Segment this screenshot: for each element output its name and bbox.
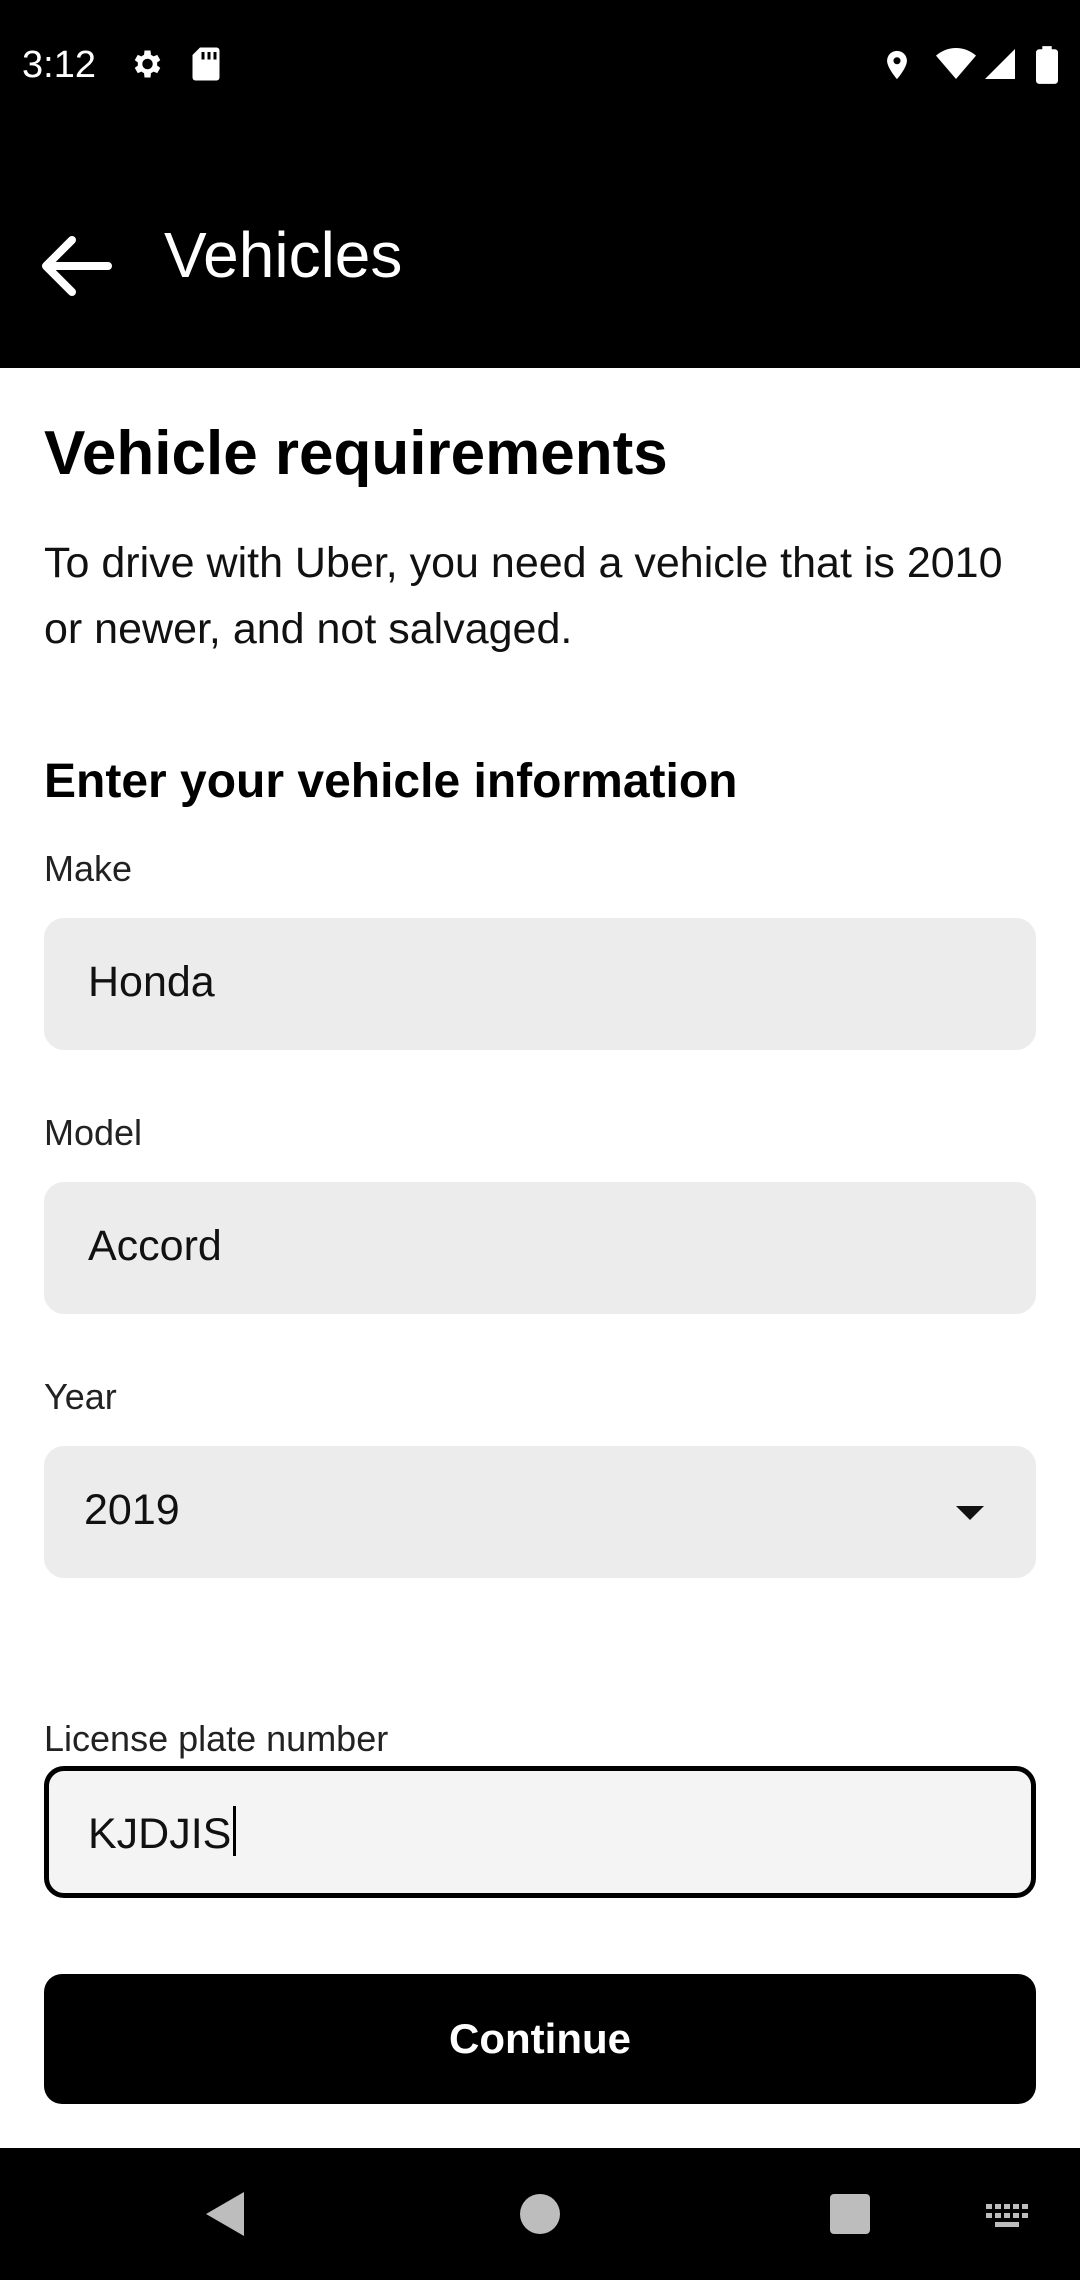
requirements-heading: Vehicle requirements: [44, 419, 668, 488]
plate-value: KJDJIS: [88, 1806, 237, 1859]
year-select[interactable]: 2019: [44, 1446, 1036, 1578]
vehicle-info-heading: Enter your vehicle information: [44, 755, 738, 808]
plate-label: License plate number: [44, 1718, 389, 1759]
year-label: Year: [44, 1376, 117, 1417]
plate-text: KJDJIS: [88, 1810, 232, 1858]
requirements-description: To drive with Uber, you need a vehicle t…: [44, 539, 1003, 653]
model-value: Accord: [88, 1222, 222, 1270]
navigation-bar: [0, 2148, 1080, 2280]
wifi-icon: [936, 48, 976, 79]
app-bar: Vehicles: [0, 136, 1080, 368]
nav-home-icon[interactable]: [520, 2194, 560, 2234]
page-title: Vehicles: [164, 219, 403, 291]
nav-recents-icon[interactable]: [830, 2194, 870, 2234]
location-icon: [887, 50, 907, 80]
model-label: Model: [44, 1112, 143, 1153]
gear-icon: [134, 50, 161, 78]
model-field[interactable]: Accord: [44, 1182, 1036, 1314]
arrow-left-icon[interactable]: [40, 234, 112, 298]
make-label: Make: [44, 848, 133, 889]
plate-field[interactable]: KJDJIS: [44, 1766, 1036, 1898]
continue-button[interactable]: Continue: [44, 1974, 1036, 2104]
chevron-down-icon: [956, 1506, 984, 1520]
footer: Continue: [0, 1928, 1080, 2148]
year-value: 2019: [84, 1486, 180, 1534]
sd-card-icon: [192, 47, 220, 81]
signal-icon: [985, 49, 1015, 79]
text-caret: [233, 1806, 237, 1856]
nav-back-icon[interactable]: [206, 2192, 244, 2236]
status-time: 3:12: [22, 44, 96, 86]
status-bar: 3:12: [0, 0, 1080, 136]
keyboard-icon[interactable]: [986, 2204, 1028, 2228]
make-field[interactable]: Honda: [44, 918, 1036, 1050]
make-value: Honda: [88, 958, 215, 1006]
battery-icon: [1036, 46, 1058, 84]
